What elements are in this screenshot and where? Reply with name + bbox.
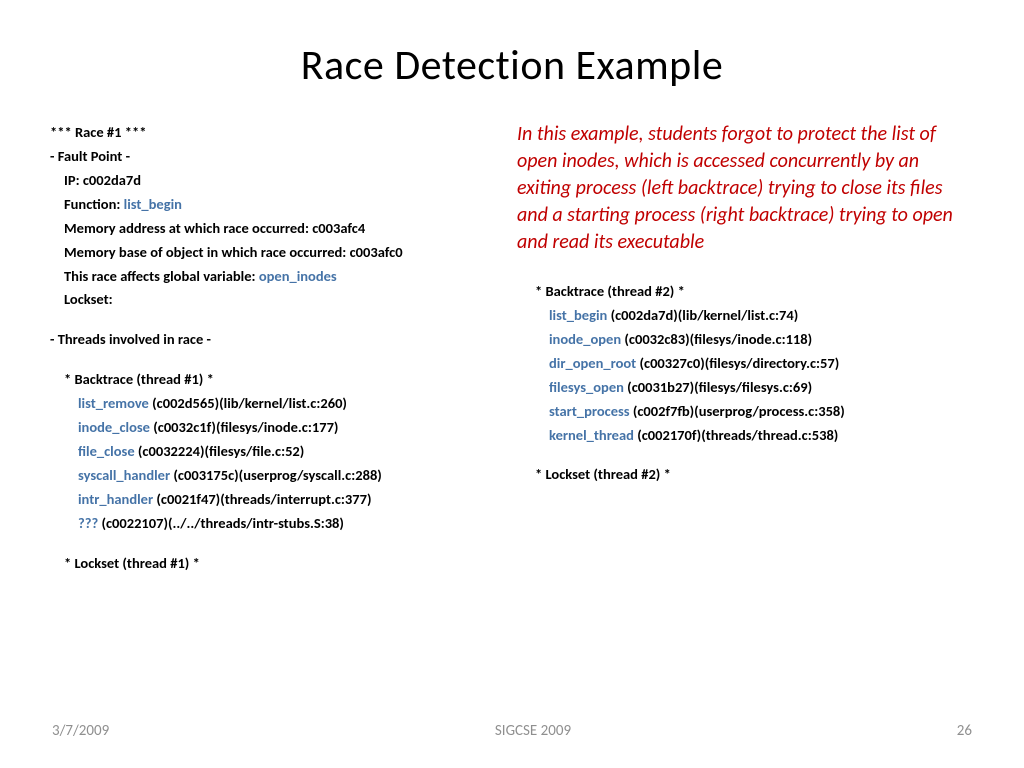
backtrace2-header: * Backtrace (thread #2) *	[535, 280, 974, 304]
bt1-rest: (c0032c1f)(filesys/inode.c:177)	[150, 418, 339, 436]
right-column: In this example, students forgot to prot…	[507, 121, 974, 576]
lockset-line: Lockset:	[50, 288, 507, 312]
fault-header: - Fault Point -	[50, 145, 507, 169]
bt2-line: list_begin (c002da7d)(lib/kernel/list.c:…	[535, 304, 974, 328]
bt1-rest: (c0032224)(filesys/file.c:52)	[135, 442, 305, 460]
bt1-fn: ???	[78, 514, 98, 532]
bt1-rest: (c0022107)(../../threads/intr-stubs.S:38…	[98, 514, 344, 532]
content-area: *** Race #1 *** - Fault Point - IP: c002…	[0, 121, 1024, 576]
race-header: *** Race #1 ***	[50, 121, 507, 145]
bt1-rest: (c003175c)(userprog/syscall.c:288)	[170, 466, 382, 484]
bt1-line: inode_close (c0032c1f)(filesys/inode.c:1…	[50, 416, 507, 440]
bt1-line: list_remove (c002d565)(lib/kernel/list.c…	[50, 392, 507, 416]
footer-date: 3/7/2009	[52, 722, 109, 740]
bt2-rest: (c0032c83)(filesys/inode.c:118)	[621, 330, 812, 348]
bt2-line: filesys_open (c0031b27)(filesys/filesys.…	[535, 376, 974, 400]
footer-venue: SIGCSE 2009	[109, 722, 957, 740]
mem-addr-line: Memory address at which race occurred: c…	[50, 217, 507, 241]
threads-header: - Threads involved in race -	[50, 328, 507, 352]
function-line: Function: list_begin	[50, 193, 507, 217]
bt1-fn: inode_close	[78, 418, 150, 436]
bt2-fn: inode_open	[549, 330, 621, 348]
lockset2-header: * Lockset (thread #2) *	[535, 463, 974, 487]
bt2-rest: (c002f7fb)(userprog/process.c:358)	[630, 402, 845, 420]
global-var-line: This race affects global variable: open_…	[50, 265, 507, 289]
bt1-fn: file_close	[78, 442, 135, 460]
bt2-rest: (c002da7d)(lib/kernel/list.c:74)	[607, 306, 798, 324]
bt1-rest: (c0021f47)(threads/interrupt.c:377)	[153, 490, 371, 508]
bt2-fn: kernel_thread	[549, 426, 634, 444]
bt2-rest: (c0031b27)(filesys/filesys.c:69)	[624, 378, 812, 396]
bt2-line: inode_open (c0032c83)(filesys/inode.c:11…	[535, 328, 974, 352]
bt1-fn: syscall_handler	[78, 466, 170, 484]
bt2-fn: list_begin	[549, 306, 607, 324]
bt1-line: file_close (c0032224)(filesys/file.c:52)	[50, 440, 507, 464]
bt2-line: kernel_thread (c002170f)(threads/thread.…	[535, 424, 974, 448]
bt2-fn: filesys_open	[549, 378, 624, 396]
function-label: Function:	[64, 195, 124, 213]
lockset1-header: * Lockset (thread #1) *	[50, 552, 507, 576]
bt1-line: ??? (c0022107)(../../threads/intr-stubs.…	[50, 512, 507, 536]
bt2-line: dir_open_root (c00327c0)(filesys/directo…	[535, 352, 974, 376]
ip-line: IP: c002da7d	[50, 169, 507, 193]
slide-title: Race Detection Example	[0, 0, 1024, 121]
function-name: list_begin	[124, 195, 182, 213]
bt1-line: syscall_handler (c003175c)(userprog/sysc…	[50, 464, 507, 488]
global-label: This race affects global variable:	[64, 267, 259, 285]
left-column: *** Race #1 *** - Fault Point - IP: c002…	[50, 121, 507, 576]
bt1-rest: (c002d565)(lib/kernel/list.c:260)	[149, 394, 347, 412]
bt2-rest: (c00327c0)(filesys/directory.c:57)	[636, 354, 839, 372]
bt2-line: start_process (c002f7fb)(userprog/proces…	[535, 400, 974, 424]
footer: 3/7/2009 SIGCSE 2009 26	[0, 722, 1024, 740]
global-name: open_inodes	[259, 267, 337, 285]
bt1-line: intr_handler (c0021f47)(threads/interrup…	[50, 488, 507, 512]
bt1-fn: list_remove	[78, 394, 149, 412]
backtrace2-block: * Backtrace (thread #2) * list_begin (c0…	[517, 280, 974, 487]
bt2-fn: start_process	[549, 402, 630, 420]
explanation-text: In this example, students forgot to prot…	[517, 121, 974, 256]
bt1-fn: intr_handler	[78, 490, 153, 508]
bt2-fn: dir_open_root	[549, 354, 636, 372]
footer-page: 26	[957, 722, 972, 740]
mem-base-line: Memory base of object in which race occu…	[50, 241, 507, 265]
backtrace1-header: * Backtrace (thread #1) *	[50, 368, 507, 392]
bt2-rest: (c002170f)(threads/thread.c:538)	[634, 426, 838, 444]
